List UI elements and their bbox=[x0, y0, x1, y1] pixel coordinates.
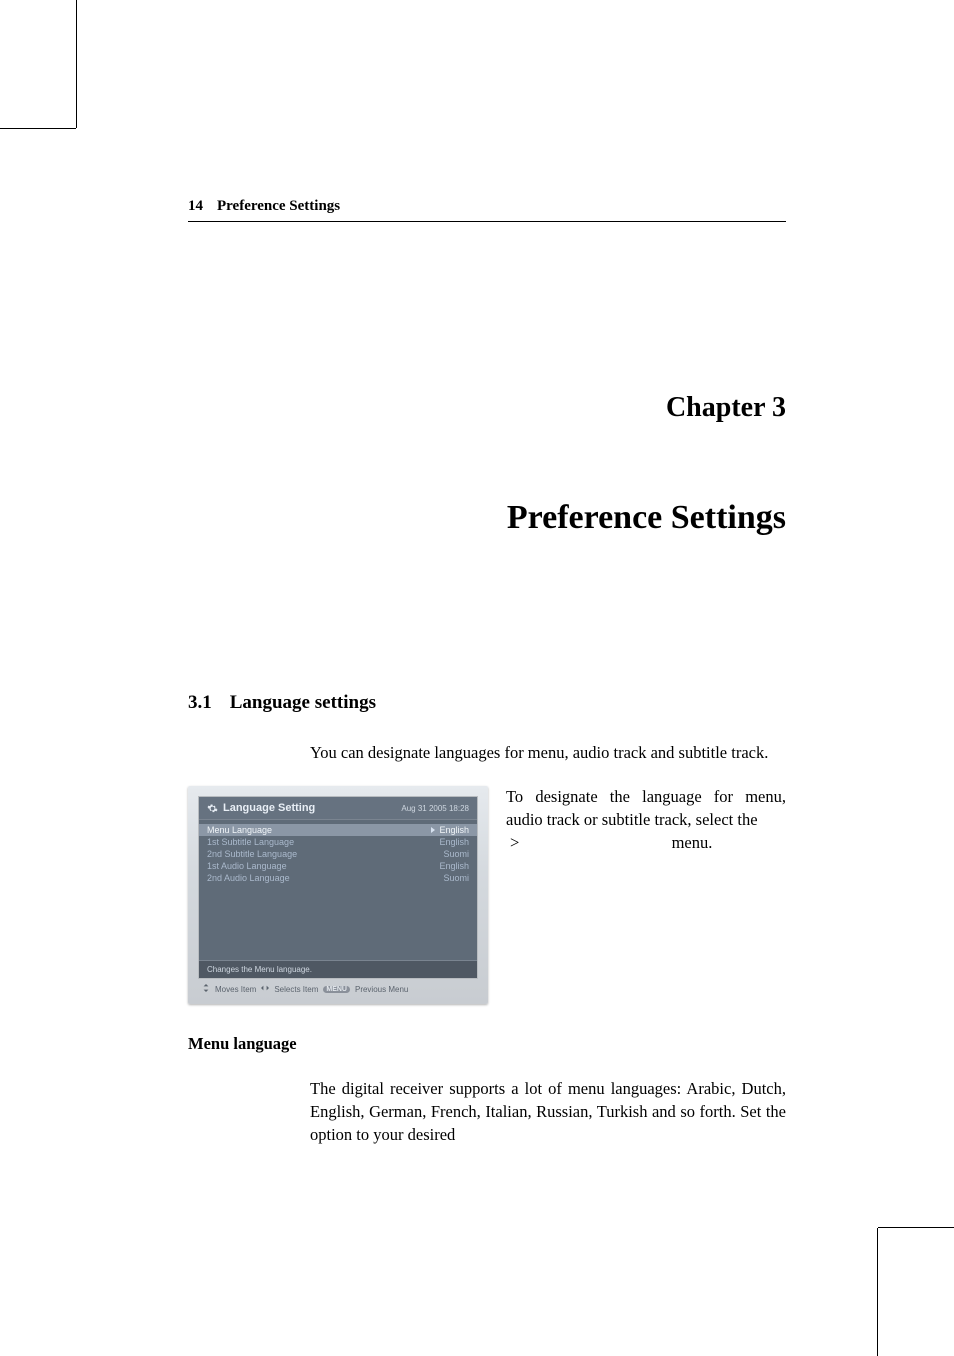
chapter-title: Preference Settings bbox=[188, 499, 786, 537]
list-item: 2nd Subtitle Language Suomi bbox=[199, 848, 477, 860]
crop-mark-top-h bbox=[0, 128, 76, 129]
screenshot-list: Menu Language English 1st Subtitle Langu… bbox=[199, 820, 477, 960]
page-number: 14 bbox=[188, 198, 203, 215]
list-item-value: English bbox=[439, 837, 469, 847]
embedded-screenshot: Language Setting Aug 31 2005 18:28 Menu … bbox=[188, 786, 488, 1004]
crop-mark-bottom-v bbox=[877, 1228, 878, 1356]
screenshot-titlebar: Language Setting Aug 31 2005 18:28 bbox=[199, 797, 477, 820]
screenshot-hint: Changes the Menu language. bbox=[199, 960, 477, 978]
side-paragraph: To designate the language for menu, audi… bbox=[506, 786, 786, 854]
updown-icon bbox=[202, 984, 210, 994]
subheading: Menu language bbox=[188, 1034, 786, 1054]
running-head-title: Preference Settings bbox=[217, 198, 340, 215]
side-text-1: To designate the language for menu, audi… bbox=[506, 787, 786, 829]
screenshot-panel: Language Setting Aug 31 2005 18:28 Menu … bbox=[198, 796, 478, 979]
chapter-label: Chapter 3 bbox=[188, 392, 786, 424]
list-item-value: Suomi bbox=[443, 873, 469, 883]
crop-mark-bottom-h bbox=[878, 1227, 954, 1228]
gear-icon bbox=[207, 803, 218, 814]
page-content: 14 Preference Settings Chapter 3 Prefere… bbox=[188, 198, 786, 1147]
list-item: 1st Audio Language English bbox=[199, 860, 477, 872]
list-item: 1st Subtitle Language English bbox=[199, 836, 477, 848]
footer-moves: Moves Item bbox=[215, 985, 256, 994]
list-item-label: 1st Audio Language bbox=[207, 861, 287, 871]
section-heading: 3.1 Language settings bbox=[188, 692, 786, 714]
screenshot-footer: Moves Item Selects Item MENU Previous Me… bbox=[198, 979, 478, 996]
running-head: 14 Preference Settings bbox=[188, 198, 786, 222]
body-paragraph: The digital receiver supports a lot of m… bbox=[310, 1078, 786, 1146]
leftright-icon bbox=[261, 984, 269, 994]
section-number: 3.1 bbox=[188, 692, 212, 714]
list-item-label: Menu Language bbox=[207, 825, 272, 835]
screenshot-datetime: Aug 31 2005 18:28 bbox=[401, 804, 469, 813]
footer-selects: Selects Item bbox=[274, 985, 318, 994]
greater-than-symbol: > bbox=[510, 833, 519, 852]
menu-pill: MENU bbox=[323, 986, 350, 993]
side-text-2: menu. bbox=[672, 833, 713, 852]
crop-mark-top-v bbox=[76, 0, 77, 128]
list-item: Menu Language English bbox=[199, 824, 477, 836]
figure-row: Language Setting Aug 31 2005 18:28 Menu … bbox=[188, 786, 786, 1004]
list-item-label: 2nd Subtitle Language bbox=[207, 849, 297, 859]
section-title: Language settings bbox=[230, 692, 376, 714]
intro-paragraph: You can designate languages for menu, au… bbox=[310, 742, 786, 764]
list-item-label: 2nd Audio Language bbox=[207, 873, 290, 883]
list-item-value: English bbox=[439, 861, 469, 871]
footer-previous: Previous Menu bbox=[355, 985, 408, 994]
arrow-right-icon bbox=[431, 827, 435, 833]
list-item-value: English bbox=[439, 825, 469, 835]
screenshot-title: Language Setting bbox=[223, 802, 315, 814]
list-item-label: 1st Subtitle Language bbox=[207, 837, 294, 847]
list-item: 2nd Audio Language Suomi bbox=[199, 872, 477, 884]
screenshot-empty-area bbox=[199, 884, 477, 956]
list-item-value: Suomi bbox=[443, 849, 469, 859]
